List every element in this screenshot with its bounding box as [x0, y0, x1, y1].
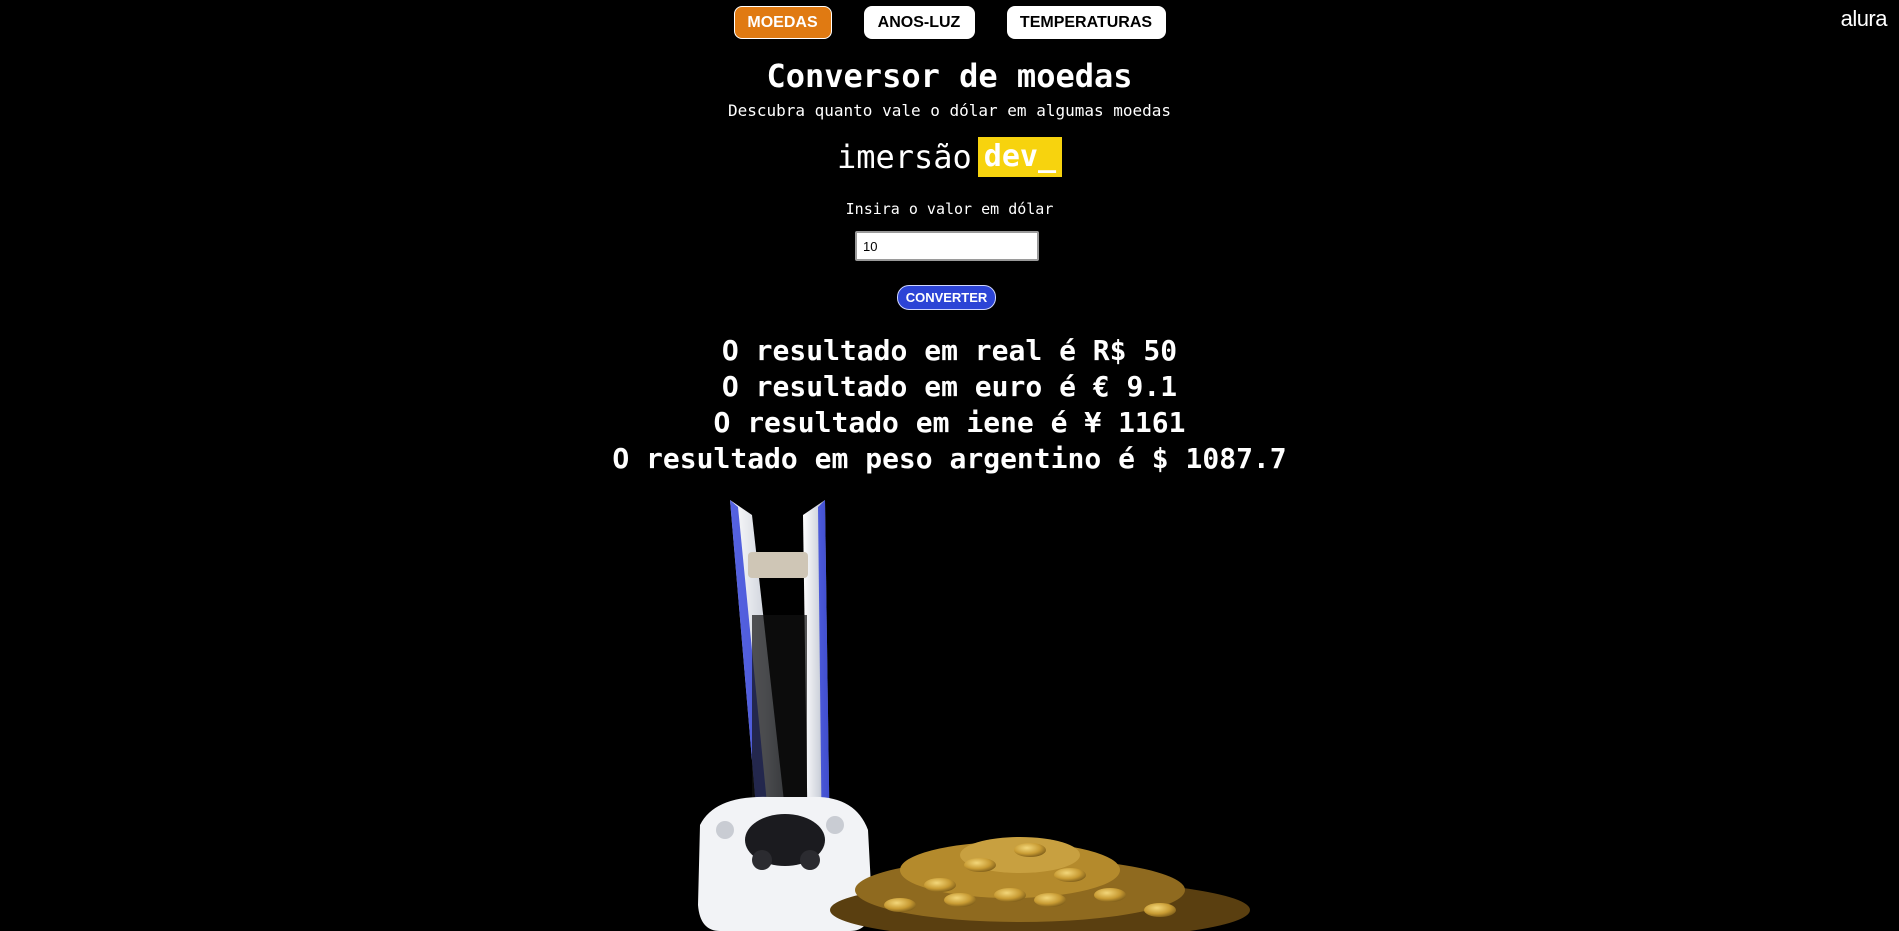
page-subtitle: Descubra quanto vale o dólar em algumas …: [727, 101, 1172, 120]
imersao-dev-logo: imersão dev_: [0, 137, 1899, 177]
convert-button[interactable]: CONVERTER: [897, 285, 996, 310]
page-title: Conversor de moedas: [766, 57, 1133, 95]
result-euro: O resultado em euro é € 9.1: [721, 370, 1178, 403]
tab-temperaturas[interactable]: TEMPERATURAS: [1006, 6, 1166, 39]
console-and-coins-image: [698, 500, 1250, 931]
dollar-input[interactable]: [855, 231, 1039, 261]
tab-moedas[interactable]: MOEDAS: [733, 6, 832, 39]
tab-anos-luz[interactable]: ANOS-LUZ: [863, 6, 975, 39]
result-real: O resultado em real é R$ 50: [721, 334, 1178, 367]
dollar-input-wrapper: [855, 231, 1039, 261]
alura-logo: alura: [1840, 6, 1888, 31]
result-peso-argentino: O resultado em peso argentino é $ 1087.7: [612, 442, 1287, 475]
top-nav: MOEDAS ANOS-LUZ TEMPERATURAS: [0, 6, 1899, 39]
results: O resultado em real é R$ 50 O resultado …: [0, 333, 1899, 477]
logo-text-dev: dev_: [977, 137, 1063, 177]
input-label: Insira o valor em dólar: [845, 200, 1054, 218]
logo-text-imersao: imersão: [836, 138, 972, 176]
result-iene: O resultado em iene é ¥ 1161: [713, 406, 1186, 439]
coins-pile-icon: [830, 837, 1250, 931]
